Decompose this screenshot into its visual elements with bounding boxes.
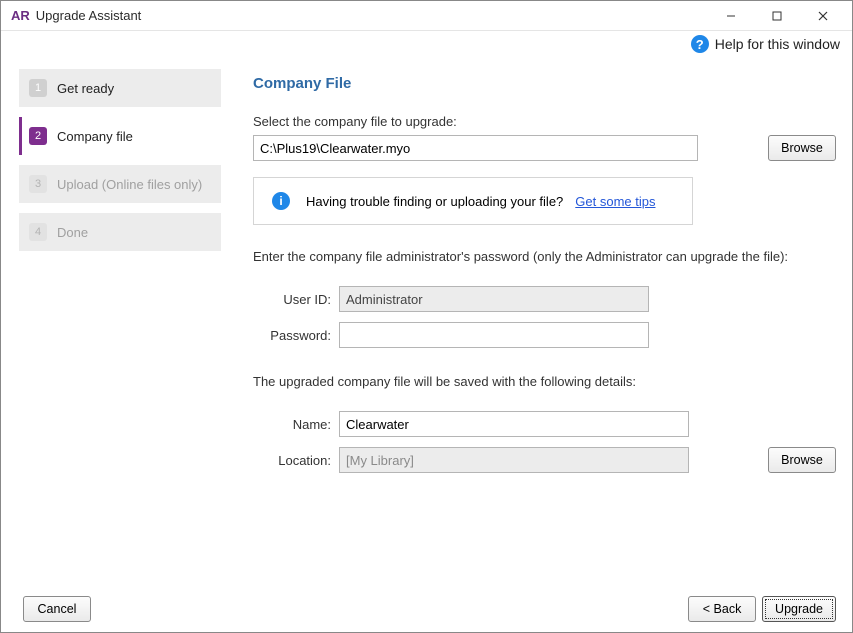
name-row: Name: [253, 411, 836, 437]
minimize-button[interactable] [708, 2, 754, 30]
close-button[interactable] [800, 2, 846, 30]
sidebar-item-get-ready[interactable]: 1 Get ready [19, 69, 221, 107]
back-button[interactable]: < Back [688, 596, 756, 622]
password-hint-label: Enter the company file administrator's p… [253, 249, 836, 264]
step-number-box: 3 [29, 175, 47, 193]
sidebar-item-label: Done [57, 225, 88, 240]
location-label: Location: [253, 453, 331, 468]
maximize-button[interactable] [754, 2, 800, 30]
app-brand: AR [11, 8, 30, 23]
page-title: Company File [253, 75, 836, 92]
select-file-label: Select the company file to upgrade: [253, 114, 836, 129]
location-row: Location: Browse [253, 447, 836, 473]
tips-link[interactable]: Get some tips [575, 194, 655, 209]
user-id-row: User ID: [253, 286, 836, 312]
main-panel: Company File Select the company file to … [221, 69, 836, 586]
browse-file-button[interactable]: Browse [768, 135, 836, 161]
bottom-bar: Cancel < Back Upgrade [1, 586, 852, 632]
info-text: Having trouble finding or uploading your… [306, 194, 563, 209]
save-details-label: The upgraded company file will be saved … [253, 374, 836, 389]
window-controls [708, 2, 846, 30]
help-bar: ? Help for this window [1, 31, 852, 59]
help-icon: ? [691, 35, 709, 53]
name-label: Name: [253, 417, 331, 432]
sidebar-item-label: Upload (Online files only) [57, 177, 202, 192]
browse-location-button[interactable]: Browse [768, 447, 836, 473]
file-path-input[interactable] [253, 135, 698, 161]
window-title: Upgrade Assistant [36, 8, 142, 23]
password-row: Password: [253, 322, 836, 348]
content-area: 1 Get ready 2 Company file 3 Upload (Onl… [1, 59, 852, 586]
password-label: Password: [253, 328, 331, 343]
location-input [339, 447, 689, 473]
step-number-box: 2 [29, 127, 47, 145]
upgrade-button[interactable]: Upgrade [762, 596, 836, 622]
help-link[interactable]: Help for this window [715, 36, 840, 52]
user-id-label: User ID: [253, 292, 331, 307]
step-number-box: 4 [29, 223, 47, 241]
step-number-box: 1 [29, 79, 47, 97]
upgrade-assistant-window: AR Upgrade Assistant ? Help for this win… [0, 0, 853, 633]
info-icon: i [272, 192, 290, 210]
sidebar-item-company-file[interactable]: 2 Company file [19, 117, 221, 155]
wizard-sidebar: 1 Get ready 2 Company file 3 Upload (Onl… [19, 69, 221, 586]
cancel-button[interactable]: Cancel [23, 596, 91, 622]
sidebar-item-done: 4 Done [19, 213, 221, 251]
sidebar-item-label: Get ready [57, 81, 114, 96]
password-input[interactable] [339, 322, 649, 348]
file-path-row: Browse [253, 135, 836, 161]
sidebar-item-label: Company file [57, 129, 133, 144]
user-id-input [339, 286, 649, 312]
name-input[interactable] [339, 411, 689, 437]
info-box: i Having trouble finding or uploading yo… [253, 177, 693, 225]
sidebar-item-upload: 3 Upload (Online files only) [19, 165, 221, 203]
titlebar: AR Upgrade Assistant [1, 1, 852, 31]
